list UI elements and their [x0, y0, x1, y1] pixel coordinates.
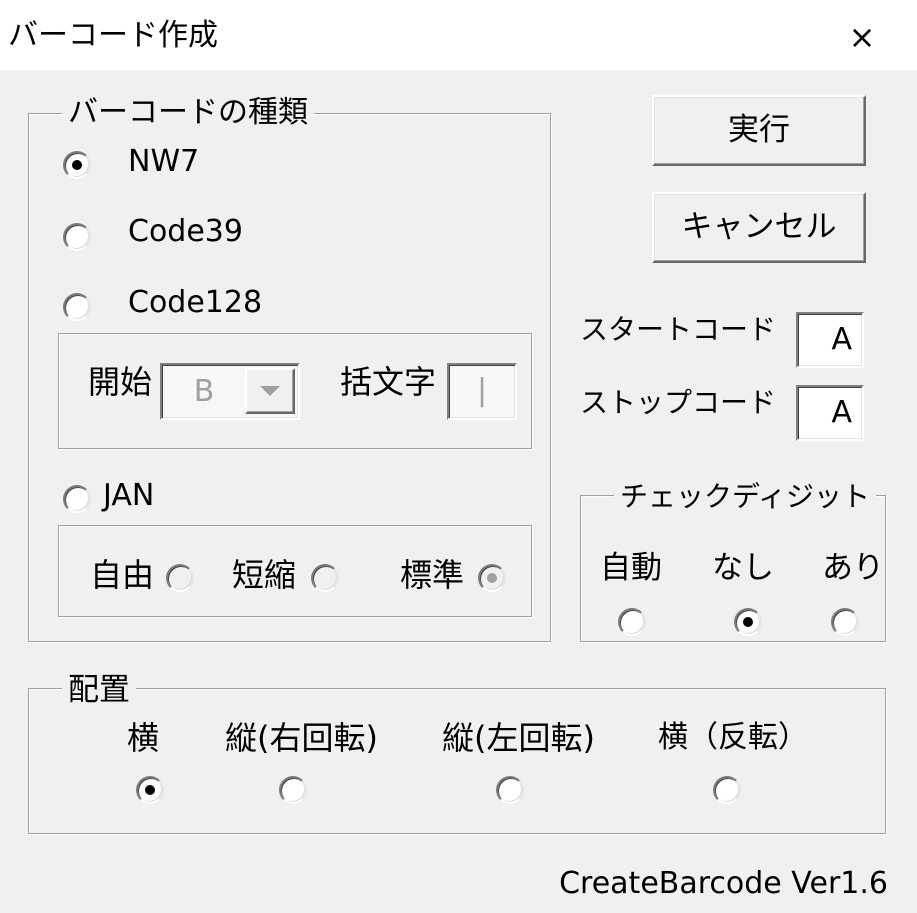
triangle-down-icon — [260, 386, 280, 396]
radio-jan-standard[interactable] — [478, 564, 506, 592]
check-digit-none-label: なし — [712, 550, 774, 586]
jan-free-label: 自由 — [90, 556, 155, 594]
radio-placement-horizontal[interactable] — [136, 776, 164, 804]
stop-code-input[interactable]: A — [796, 385, 864, 441]
cancel-button[interactable]: キャンセル — [652, 192, 866, 263]
window-title: バーコード作成 — [8, 18, 218, 53]
jan-standard-label: 標準 — [400, 556, 465, 594]
start-code-label: スタートコード — [580, 313, 777, 346]
radio-placement-vertical-left[interactable] — [496, 776, 524, 804]
bracket-char-input[interactable]: | — [447, 363, 517, 420]
placement-horizontal-label: 横 — [127, 719, 160, 757]
radio-jan-label[interactable]: JAN — [103, 478, 154, 514]
radio-nw7[interactable] — [63, 151, 91, 179]
radio-nw7-label[interactable]: NW7 — [128, 144, 199, 180]
radio-jan-free[interactable] — [166, 564, 194, 592]
start-char-label: 開始 — [88, 363, 153, 401]
placement-group — [28, 688, 886, 834]
close-button[interactable]: × — [838, 15, 886, 59]
radio-check-digit-on[interactable] — [831, 608, 859, 636]
placement-vertical-left-label: 縦(左回転) — [442, 719, 595, 757]
start-code-input[interactable]: A — [796, 312, 864, 368]
title-bar: バーコード作成 × — [0, 0, 917, 70]
bracket-char-label: 括文字 — [340, 363, 437, 401]
radio-code128[interactable] — [63, 293, 91, 321]
radio-jan[interactable] — [63, 485, 91, 513]
placement-vertical-right-label: 縦(右回転) — [225, 719, 378, 757]
check-digit-on-label: あり — [822, 550, 884, 586]
barcode-type-legend: バーコードの種類 — [62, 95, 314, 131]
start-char-value: B — [193, 374, 215, 409]
radio-code39-label[interactable]: Code39 — [128, 214, 243, 250]
radio-check-digit-auto[interactable] — [618, 608, 646, 636]
stop-code-label: ストップコード — [580, 386, 777, 419]
start-char-dropdown-button[interactable] — [245, 368, 295, 414]
radio-code39[interactable] — [63, 223, 91, 251]
check-digit-legend: チェックディジット — [614, 479, 877, 515]
check-digit-auto-label: 自動 — [600, 550, 662, 586]
radio-placement-horizontal-flip[interactable] — [713, 776, 741, 804]
radio-jan-short[interactable] — [311, 564, 339, 592]
radio-placement-vertical-right[interactable] — [279, 776, 307, 804]
radio-code128-label[interactable]: Code128 — [128, 285, 262, 321]
placement-legend: 配置 — [62, 672, 136, 708]
run-button[interactable]: 実行 — [652, 95, 866, 166]
close-icon: × — [848, 18, 876, 56]
version-label: CreateBarcode Ver1.6 — [559, 866, 888, 901]
start-char-combobox[interactable]: B — [160, 363, 300, 420]
placement-horizontal-flip-label: 横（反転） — [658, 720, 808, 755]
jan-short-label: 短縮 — [232, 556, 297, 594]
barcode-dialog: バーコード作成 × バーコードの種類 NW7 Code39 Code128 開始… — [0, 0, 917, 913]
radio-check-digit-none[interactable] — [734, 608, 762, 636]
